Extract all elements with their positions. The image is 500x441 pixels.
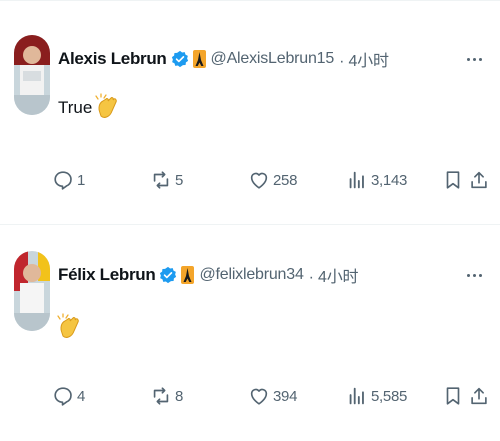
share-button[interactable] xyxy=(468,165,490,195)
repost-count: 8 xyxy=(175,387,184,405)
handle[interactable]: @felixlebrun34 xyxy=(199,266,303,284)
tweet-text: True xyxy=(58,93,118,123)
tweet-header: Alexis Lebrun @AlexisLebrun15 · 4小时 xyxy=(58,47,389,71)
bookmark-button[interactable] xyxy=(442,381,464,411)
verified-icon xyxy=(171,50,188,68)
tweet[interactable]: Félix Lebrun @felixlebrun34 · 4小时 4 8 39… xyxy=(0,224,500,441)
bookmark-icon xyxy=(446,171,460,189)
like-button[interactable]: 394 xyxy=(248,381,297,411)
tweet[interactable]: Alexis Lebrun @AlexisLebrun15 · 4小时 True… xyxy=(0,0,500,211)
like-icon xyxy=(250,388,268,405)
avatar[interactable] xyxy=(14,251,50,331)
repost-icon xyxy=(153,387,169,405)
repost-icon xyxy=(153,171,169,189)
views-count: 5,585 xyxy=(371,387,408,405)
timestamp[interactable]: · 4小时 xyxy=(309,263,359,287)
avatar[interactable] xyxy=(14,35,50,115)
views-count: 3,143 xyxy=(371,171,408,189)
repost-count: 5 xyxy=(175,171,184,189)
handle[interactable]: @AlexisLebrun15 xyxy=(211,50,335,68)
bookmark-icon xyxy=(446,387,460,405)
repost-button[interactable]: 5 xyxy=(150,165,183,195)
like-count: 258 xyxy=(273,171,298,189)
display-name[interactable]: Félix Lebrun xyxy=(58,265,156,285)
reply-count: 1 xyxy=(77,171,86,189)
tweet-text-content: True xyxy=(58,98,93,117)
eiffel-tower-icon[interactable] xyxy=(192,50,206,68)
reply-icon xyxy=(54,387,72,406)
tweet-text xyxy=(57,313,80,343)
views-icon xyxy=(349,171,364,189)
like-count: 394 xyxy=(273,387,298,405)
display-name[interactable]: Alexis Lebrun xyxy=(58,49,167,69)
reply-icon xyxy=(54,171,72,190)
like-button[interactable]: 258 xyxy=(248,165,297,195)
reply-button[interactable]: 4 xyxy=(52,381,85,411)
share-icon xyxy=(471,387,487,405)
share-button[interactable] xyxy=(468,381,490,411)
timestamp[interactable]: · 4小时 xyxy=(339,47,389,71)
bookmark-button[interactable] xyxy=(442,165,464,195)
views-button[interactable]: 5,585 xyxy=(346,381,407,411)
tweet-actions: 1 5 258 3,143 xyxy=(0,165,500,195)
clap-emoji xyxy=(95,93,118,118)
more-icon[interactable] xyxy=(464,265,484,285)
views-icon xyxy=(349,387,364,405)
more-icon[interactable] xyxy=(464,49,484,69)
tweet-header: Félix Lebrun @felixlebrun34 · 4小时 xyxy=(58,263,359,287)
repost-button[interactable]: 8 xyxy=(150,381,183,411)
share-icon xyxy=(471,171,487,189)
eiffel-tower-icon[interactable] xyxy=(181,266,195,284)
tweet-actions: 4 8 394 5,585 xyxy=(0,381,500,411)
reply-count: 4 xyxy=(77,387,86,405)
clap-emoji xyxy=(57,313,79,338)
verified-icon xyxy=(160,266,177,284)
views-button[interactable]: 3,143 xyxy=(346,165,407,195)
reply-button[interactable]: 1 xyxy=(52,165,85,195)
like-icon xyxy=(250,172,268,189)
